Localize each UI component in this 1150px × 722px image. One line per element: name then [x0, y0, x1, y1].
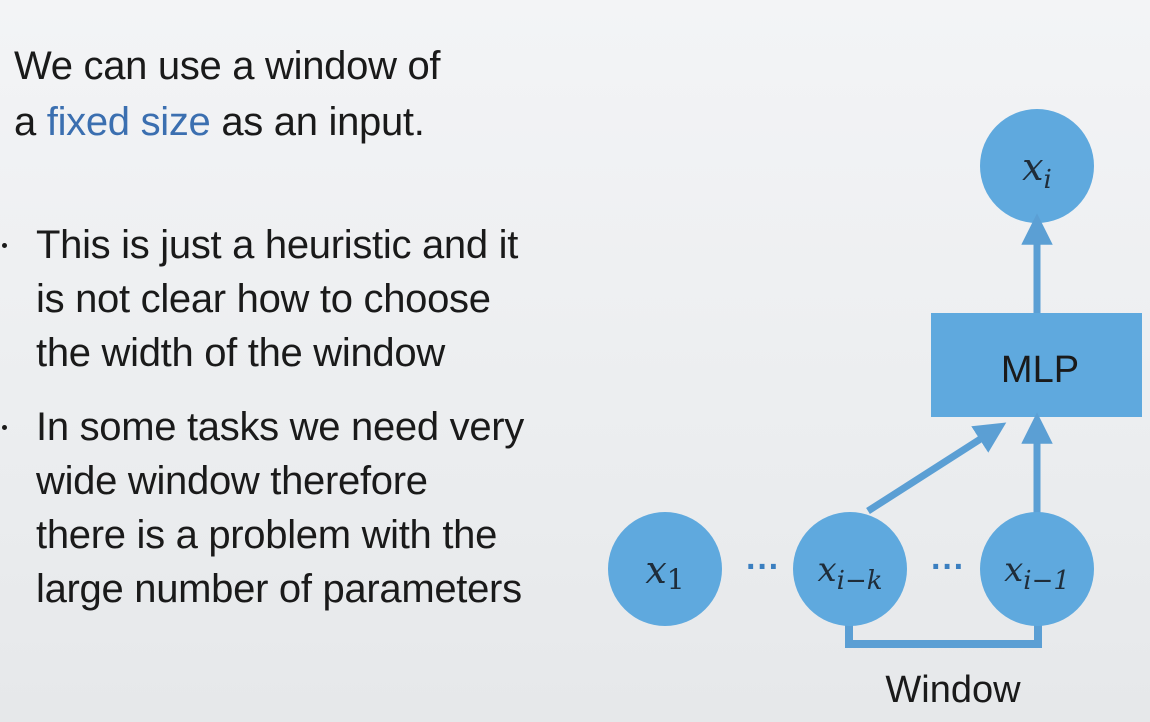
ellipsis-right: ··· — [931, 548, 965, 586]
arrow-xi-k-to-mlp — [866, 422, 1007, 514]
slide: We can use a window of a fixed size as a… — [0, 0, 1150, 722]
window-bracket — [845, 622, 1042, 648]
mlp-window-diagram: xi MLP x1 ··· xi−k ··· xi−1 Window — [608, 109, 1142, 711]
mlp-label: MLP — [1001, 349, 1079, 391]
ellipsis-left: ··· — [746, 548, 780, 586]
window-label: Window — [885, 669, 1021, 711]
